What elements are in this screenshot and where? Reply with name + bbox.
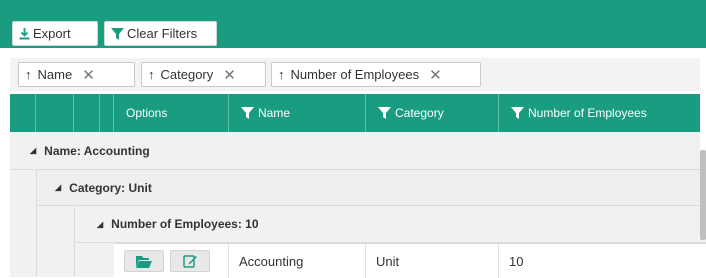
- grid-header: Options Name Category Number of Employee…: [10, 94, 700, 132]
- header-spacer: [74, 94, 100, 132]
- sort-arrow-icon: ↑: [148, 67, 155, 82]
- collapse-triangle-icon[interactable]: ◢: [55, 183, 61, 192]
- open-button[interactable]: [124, 250, 164, 272]
- filter-icon[interactable]: [511, 107, 524, 119]
- clear-filters-label: Clear Filters: [127, 26, 198, 41]
- column-header-label: Category: [395, 106, 444, 120]
- group-row-label: Name: Accounting: [44, 143, 150, 158]
- group-chip-category[interactable]: ↑ Category ✕: [141, 62, 266, 87]
- edit-icon: [183, 255, 197, 268]
- grid-toolbar: Export Clear Filters: [0, 0, 706, 48]
- employees-cell: 10: [509, 253, 524, 269]
- name-cell: Accounting: [229, 244, 366, 278]
- download-icon: [19, 27, 30, 40]
- group-chip-label: Category: [160, 67, 214, 82]
- group-row-label: Number of Employees: 10: [111, 217, 259, 231]
- column-header-label: Options: [126, 106, 168, 120]
- group-chip-label: Number of Employees: [290, 67, 420, 82]
- column-header-label: Number of Employees: [528, 106, 647, 120]
- category-cell: Unit: [366, 244, 499, 278]
- table-row: Accounting Unit 10: [114, 243, 706, 278]
- close-icon[interactable]: ✕: [82, 66, 95, 84]
- column-header-category[interactable]: Category: [366, 94, 499, 132]
- sort-arrow-icon: ↑: [278, 67, 285, 82]
- group-indent: [74, 243, 114, 277]
- close-icon[interactable]: ✕: [223, 66, 236, 84]
- filter-icon: [111, 27, 124, 40]
- group-chip-name[interactable]: ↑ Name ✕: [18, 62, 135, 87]
- filter-icon[interactable]: [378, 107, 391, 119]
- folder-open-icon: [136, 255, 152, 268]
- group-chip-label: Name: [37, 67, 73, 82]
- group-row-category[interactable]: ◢ Category: Unit: [36, 170, 700, 206]
- group-row-name[interactable]: ◢ Name: Accounting: [10, 132, 700, 170]
- column-header-employees[interactable]: Number of Employees: [499, 94, 700, 132]
- edit-button[interactable]: [170, 250, 210, 272]
- group-indent: [36, 206, 74, 277]
- column-header-label: Name: [258, 106, 291, 120]
- export-button[interactable]: Export: [12, 21, 98, 46]
- export-label: Export: [33, 26, 71, 41]
- column-header-name[interactable]: Name: [229, 94, 366, 132]
- column-header-options[interactable]: Options: [114, 94, 229, 132]
- close-icon[interactable]: ✕: [429, 66, 442, 84]
- row-actions-cell: [114, 244, 229, 278]
- group-row-employees[interactable]: ◢ Number of Employees: 10: [74, 206, 706, 243]
- group-row-label: Category: Unit: [69, 180, 152, 195]
- clear-filters-button[interactable]: Clear Filters: [104, 21, 217, 46]
- filter-icon[interactable]: [241, 107, 254, 119]
- group-indent: [10, 170, 36, 277]
- group-panel: ↑ Name ✕ ↑ Category ✕ ↑ Number of Employ…: [10, 58, 700, 91]
- collapse-triangle-icon[interactable]: ◢: [97, 220, 103, 229]
- header-spacer: [36, 94, 74, 132]
- header-spacer: [10, 94, 36, 132]
- group-chip-employees[interactable]: ↑ Number of Employees ✕: [271, 62, 481, 87]
- sort-arrow-icon: ↑: [25, 67, 32, 82]
- header-spacer: [100, 94, 114, 132]
- vertical-scrollbar[interactable]: [700, 150, 706, 240]
- collapse-triangle-icon[interactable]: ◢: [30, 146, 36, 155]
